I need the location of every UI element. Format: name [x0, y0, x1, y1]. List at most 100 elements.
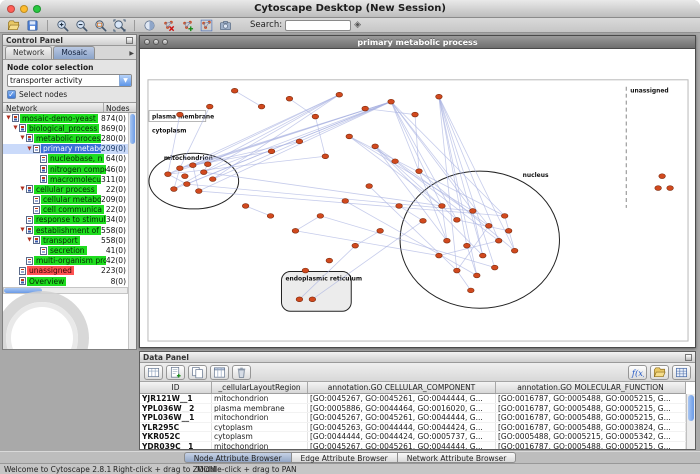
destroy-network-view-button[interactable] [198, 18, 215, 32]
copy-attributes-button[interactable] [188, 365, 207, 380]
tree-row[interactable]: nitrogen compo 46(0) [3, 164, 128, 174]
network-node[interactable] [439, 204, 446, 209]
zoom-selected-region-button[interactable] [92, 18, 109, 32]
zoom-in-button[interactable] [54, 18, 71, 32]
select-attributes-button[interactable] [144, 365, 163, 380]
tree-row[interactable]: Overview 8(0) [3, 276, 128, 286]
network-node[interactable] [171, 187, 178, 192]
table-row[interactable]: YPL036W__2plasma membrane[GO:0005886, GO… [140, 404, 686, 414]
network-canvas[interactable]: mitochondrionnucleusendoplasmic reticulu… [140, 49, 695, 347]
zoom-out-button[interactable] [73, 18, 90, 32]
network-node[interactable] [454, 217, 461, 222]
network-node[interactable] [242, 204, 249, 209]
column-header[interactable]: ID [140, 382, 212, 393]
network-node[interactable] [231, 88, 238, 93]
expander-icon[interactable]: ▼ [19, 135, 26, 141]
tab-network[interactable]: Network [5, 46, 52, 59]
network-node[interactable] [346, 134, 353, 139]
column-header[interactable]: _cellularLayoutRegion [212, 382, 308, 393]
column-layout-button[interactable] [210, 365, 229, 380]
network-node[interactable] [436, 253, 443, 258]
attribute-grid-button[interactable] [672, 365, 691, 380]
network-node[interactable] [317, 213, 324, 218]
window-titlebar[interactable]: Cytoscape Desktop (New Session) [0, 0, 700, 18]
network-node[interactable] [362, 106, 369, 111]
tree-row[interactable]: ▼ mosaic-demo-yeast 874(0) [3, 113, 128, 123]
float-panel-icon[interactable] [126, 37, 133, 44]
formula-builder-button[interactable]: f(x) [628, 365, 647, 380]
tree-row[interactable]: macromolecule 311(0) [3, 174, 128, 184]
expander-icon[interactable]: ▼ [26, 146, 33, 152]
tree-row[interactable]: ▼ transport 558(0) [3, 235, 128, 245]
network-node[interactable] [184, 182, 191, 187]
network-node[interactable] [267, 213, 274, 218]
network-node[interactable] [206, 104, 213, 109]
expander-icon[interactable]: ▼ [26, 237, 33, 243]
network-node[interactable] [505, 228, 512, 233]
network-node[interactable] [209, 177, 216, 182]
expander-icon[interactable]: ▼ [19, 186, 26, 192]
network-node[interactable] [258, 104, 265, 109]
network-node[interactable] [444, 238, 451, 243]
network-node[interactable] [182, 174, 189, 179]
tree-row[interactable]: ▼ biological_process 869(0) [3, 123, 128, 133]
network-node[interactable] [491, 265, 498, 270]
network-node[interactable] [352, 243, 359, 248]
network-node[interactable] [485, 223, 492, 228]
attribute-browser-tab[interactable]: Edge Attribute Browser [292, 452, 398, 463]
search-options-icon[interactable]: ◈ [354, 20, 361, 30]
network-node[interactable] [286, 96, 293, 101]
network-node[interactable] [479, 253, 486, 258]
network-node[interactable] [342, 199, 349, 204]
table-row[interactable]: YLR295Ccytoplasm[GO:0045263, GO:0044444,… [140, 423, 686, 433]
network-node[interactable] [177, 166, 184, 171]
maximize-button[interactable] [162, 39, 168, 45]
network-node[interactable] [268, 149, 275, 154]
network-node[interactable] [296, 139, 303, 144]
tree-header-network[interactable]: Network [3, 103, 104, 112]
attribute-browser-tab[interactable]: Network Attribute Browser [398, 452, 517, 463]
network-node[interactable] [470, 209, 477, 214]
search-input[interactable] [285, 20, 351, 31]
expander-icon[interactable]: ▼ [19, 227, 26, 233]
network-node[interactable] [511, 248, 518, 253]
network-node[interactable] [366, 184, 373, 189]
close-button[interactable] [144, 39, 150, 45]
network-node[interactable] [322, 154, 329, 159]
network-node[interactable] [659, 174, 666, 179]
network-node[interactable] [392, 159, 399, 164]
network-node[interactable] [190, 163, 197, 168]
minimize-button[interactable] [153, 39, 159, 45]
tree-row[interactable]: ▼ cellular process 22(0) [3, 184, 128, 194]
tree-row[interactable]: cell communica 22(0) [3, 205, 128, 215]
tree-row[interactable]: ▼ metabolic process 280(0) [3, 133, 128, 143]
tree-row[interactable]: ▼ primary metabo 209(0) [3, 144, 128, 154]
import-attributes-button[interactable] [650, 365, 669, 380]
column-header[interactable]: annotation.GO MOLECULAR_FUNCTION [496, 382, 686, 393]
network-node[interactable] [200, 170, 207, 175]
create-attribute-button[interactable] [166, 365, 185, 380]
network-node[interactable] [436, 94, 443, 99]
save-session-button[interactable] [24, 18, 41, 32]
network-node[interactable] [326, 258, 333, 263]
delete-attribute-button[interactable] [232, 365, 251, 380]
close-button[interactable] [7, 5, 15, 13]
network-node[interactable] [501, 213, 508, 218]
column-header[interactable]: annotation.GO CELLULAR_COMPONENT [308, 382, 496, 393]
tree-vertical-scrollbar[interactable] [128, 113, 136, 349]
network-node[interactable] [165, 172, 172, 177]
expander-icon[interactable]: ▼ [12, 125, 19, 131]
table-row[interactable]: YDR039C__1mitochondrion[GO:0045267, GO:0… [140, 442, 686, 449]
tree-header-nodes[interactable]: Nodes [104, 103, 136, 112]
table-row[interactable]: YPL036W__1mitochondrion[GO:0045267, GO:0… [140, 413, 686, 423]
network-node[interactable] [420, 218, 427, 223]
show-graphics-details-button[interactable] [141, 18, 158, 32]
tree-row[interactable]: secretion 41(0) [3, 245, 128, 255]
network-node[interactable] [412, 112, 419, 117]
tree-horizontal-scrollbar[interactable] [3, 287, 128, 294]
network-node[interactable] [177, 112, 184, 117]
tree-row[interactable]: response to stimul 34(0) [3, 215, 128, 225]
tree-row[interactable]: ▼ establishment of lo 558(0) [3, 225, 128, 235]
network-node[interactable] [396, 204, 403, 209]
network-node[interactable] [388, 99, 395, 104]
